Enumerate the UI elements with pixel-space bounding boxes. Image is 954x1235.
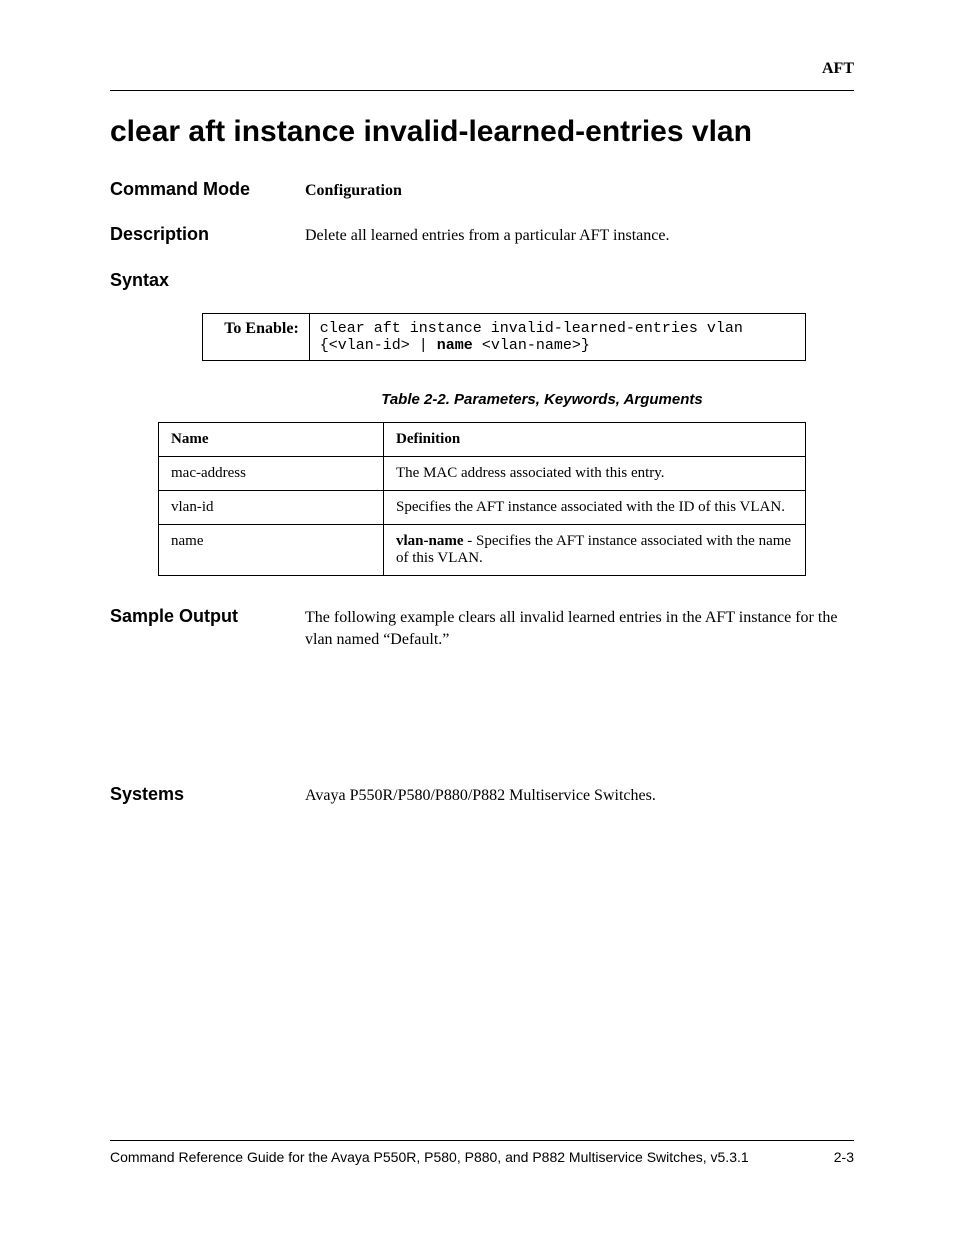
def-text: The MAC address associated with this ent… <box>396 465 665 481</box>
syntax-line2a: {<vlan-id> | <box>320 337 437 354</box>
header-section: AFT <box>110 60 854 78</box>
footer: Command Reference Guide for the Avaya P5… <box>110 1140 854 1165</box>
cell-def: The MAC address associated with this ent… <box>384 456 806 490</box>
table-row: vlan-id Specifies the AFT instance assoc… <box>159 490 806 524</box>
th-definition: Definition <box>384 422 806 456</box>
footer-text: Command Reference Guide for the Avaya P5… <box>110 1149 749 1165</box>
footer-rule <box>110 1140 854 1141</box>
to-enable-label: To Enable: <box>203 313 310 360</box>
command-mode-row: Command Mode Configuration <box>110 179 854 202</box>
def-bold: vlan-name <box>396 533 464 549</box>
description-row: Description Delete all learned entries f… <box>110 224 854 247</box>
syntax-keyword: name <box>437 337 473 354</box>
syntax-line1: clear aft instance invalid-learned-entri… <box>320 320 743 337</box>
cell-def: vlan-name - Specifies the AFT instance a… <box>384 524 806 575</box>
description-value: Delete all learned entries from a partic… <box>305 225 854 247</box>
command-mode-label: Command Mode <box>110 179 305 200</box>
sample-output-label: Sample Output <box>110 606 305 627</box>
syntax-line2b: <vlan-name>} <box>473 337 590 354</box>
page-title: clear aft instance invalid-learned-entri… <box>110 115 854 149</box>
table-row: name vlan-name - Specifies the AFT insta… <box>159 524 806 575</box>
syntax-row: Syntax <box>110 270 854 291</box>
cell-name: vlan-id <box>159 490 384 524</box>
systems-label: Systems <box>110 784 305 805</box>
cell-name: name <box>159 524 384 575</box>
syntax-table: To Enable: clear aft instance invalid-le… <box>202 313 806 361</box>
systems-value: Avaya P550R/P580/P880/P882 Multiservice … <box>305 785 854 807</box>
command-mode-value: Configuration <box>305 180 854 202</box>
def-text: Specifies the AFT instance associated wi… <box>396 499 785 515</box>
footer-page: 2-3 <box>834 1149 854 1165</box>
sample-output-row: Sample Output The following example clea… <box>110 606 854 652</box>
header-rule <box>110 90 854 91</box>
table-row: mac-address The MAC address associated w… <box>159 456 806 490</box>
systems-row: Systems Avaya P550R/P580/P880/P882 Multi… <box>110 784 854 807</box>
cell-def: Specifies the AFT instance associated wi… <box>384 490 806 524</box>
cell-name: mac-address <box>159 456 384 490</box>
th-name: Name <box>159 422 384 456</box>
syntax-code: clear aft instance invalid-learned-entri… <box>309 313 805 360</box>
description-label: Description <box>110 224 305 245</box>
syntax-label: Syntax <box>110 270 305 291</box>
table-caption: Table 2-2. Parameters, Keywords, Argumen… <box>230 391 854 408</box>
sample-output-value: The following example clears all invalid… <box>305 607 854 652</box>
table-header-row: Name Definition <box>159 422 806 456</box>
param-table: Name Definition mac-address The MAC addr… <box>158 422 806 576</box>
